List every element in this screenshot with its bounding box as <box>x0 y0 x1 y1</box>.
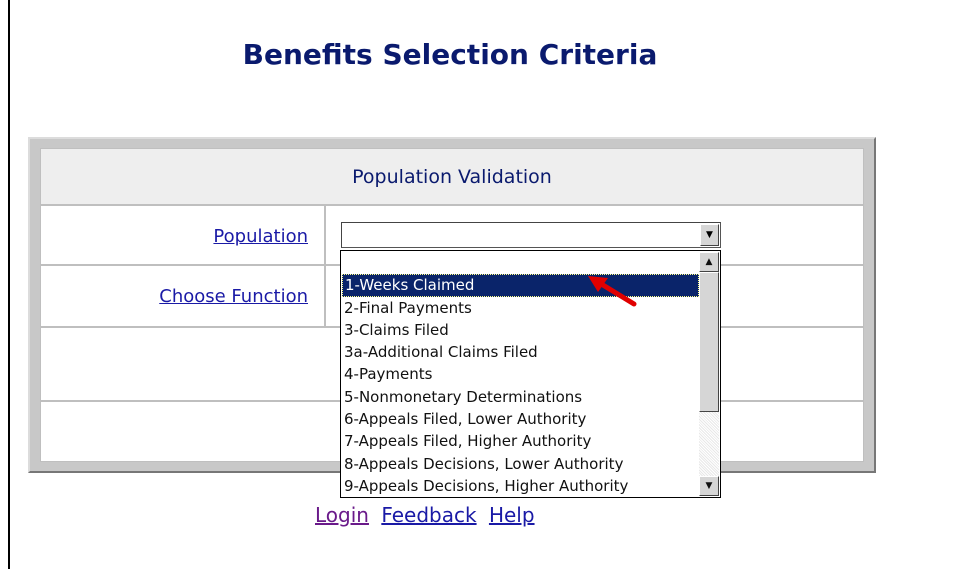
page-title: Benefits Selection Criteria <box>242 38 658 71</box>
chevron-down-icon: ▼ <box>706 230 713 240</box>
scroll-down-button[interactable]: ▼ <box>699 476 719 496</box>
help-link[interactable]: Help <box>489 503 535 527</box>
choose-function-link[interactable]: Choose Function <box>159 286 308 307</box>
footer-links: Login Feedback Help <box>315 503 541 527</box>
red-arrow-annotation-icon <box>588 276 637 307</box>
dropdown-option[interactable]: 2-Final Payments <box>342 297 699 319</box>
dropdown-option[interactable]: 4-Payments <box>342 363 699 385</box>
chevron-up-icon: ▲ <box>705 257 713 267</box>
table-header: Population Validation <box>41 149 863 204</box>
option-list: 1-Weeks Claimed 2-Final Payments 3-Claim… <box>342 252 699 497</box>
dropdown-option[interactable]: 7-Appeals Filed, Higher Authority <box>342 430 699 452</box>
chevron-down-icon: ▼ <box>705 481 713 491</box>
scroll-thumb[interactable] <box>699 272 719 412</box>
population-select[interactable]: ▼ <box>341 222 721 248</box>
dropdown-option-blank[interactable] <box>342 252 699 274</box>
dropdown-option[interactable]: 9-Appeals Decisions, Higher Authority <box>342 475 699 497</box>
feedback-link[interactable]: Feedback <box>381 503 476 527</box>
dropdown-option[interactable]: 6-Appeals Filed, Lower Authority <box>342 408 699 430</box>
population-label-cell: Population <box>41 206 324 264</box>
dropdown-option[interactable]: 3a-Additional Claims Filed <box>342 341 699 363</box>
dropdown-option-selected[interactable]: 1-Weeks Claimed <box>342 274 699 297</box>
dropdown-arrow-button[interactable]: ▼ <box>700 224 719 246</box>
dropdown-option[interactable]: 3-Claims Filed <box>342 319 699 341</box>
scroll-up-button[interactable]: ▲ <box>699 252 719 272</box>
dropdown-option[interactable]: 5-Nonmonetary Determinations <box>342 386 699 408</box>
login-link[interactable]: Login <box>315 503 369 527</box>
function-label-cell: Choose Function <box>41 266 324 326</box>
dropdown-scrollbar[interactable]: ▲ ▼ <box>699 252 719 496</box>
population-dropdown-list[interactable]: 1-Weeks Claimed 2-Final Payments 3-Claim… <box>340 250 721 498</box>
population-link[interactable]: Population <box>213 226 308 247</box>
page-left-border <box>8 0 10 569</box>
dropdown-option[interactable]: 8-Appeals Decisions, Lower Authority <box>342 453 699 475</box>
